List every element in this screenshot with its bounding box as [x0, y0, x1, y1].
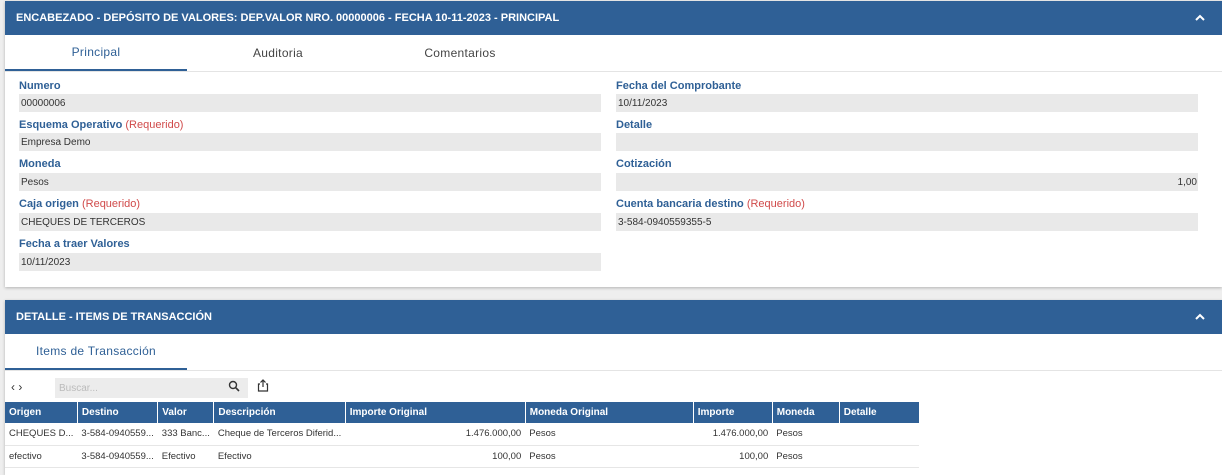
cuenta-label: Cuenta bancaria destino (Requerido): [616, 198, 805, 210]
tab-principal[interactable]: Principal: [5, 35, 187, 71]
moneda-field[interactable]: Pesos: [19, 173, 601, 191]
nav-arrows[interactable]: ‹ ›: [11, 380, 22, 394]
items-table: Origen Destino Valor Descripción Importe…: [5, 402, 920, 468]
cell-destino: 3-584-0940559...: [77, 423, 158, 446]
tab-auditoria[interactable]: Auditoria: [187, 35, 369, 71]
col-detalle[interactable]: Detalle: [839, 402, 920, 423]
numero-label: Numero: [19, 80, 61, 92]
cell-valor: 333 Banc...: [157, 423, 214, 446]
cell-origen: efectivo: [5, 445, 78, 468]
search-input[interactable]: [55, 378, 248, 398]
cell-descripcion: Cheque de Terceros Diferid...: [213, 423, 346, 446]
detalle-label: Detalle: [616, 119, 653, 131]
cell-importe: 100,00: [693, 445, 773, 468]
esquema-label: Esquema Operativo (Requerido): [19, 119, 184, 131]
cell-descripcion: Efectivo: [213, 445, 346, 468]
detail-panel-bar: DETALLE - ITEMS DE TRANSACCIÓN: [5, 300, 1222, 334]
cell-detalle: [839, 445, 920, 468]
cell-destino: 3-584-0940559...: [77, 445, 158, 468]
tab-comentarios[interactable]: Comentarios: [369, 35, 551, 71]
fecha-comprobante-label: Fecha del Comprobante: [616, 80, 742, 92]
cell-importe-original: 1.476.000,00: [345, 423, 526, 446]
table-row[interactable]: efectivo 3-584-0940559... Efectivo Efect…: [5, 445, 920, 468]
caja-label: Caja origen (Requerido): [19, 198, 141, 210]
header-panel-title: ENCABEZADO - DEPÓSITO DE VALORES: DEP.VA…: [16, 12, 560, 24]
tab-items-transaccion[interactable]: Items de Transacción: [5, 334, 187, 370]
col-valor[interactable]: Valor: [157, 402, 215, 423]
col-moneda-original[interactable]: Moneda Original: [525, 402, 694, 423]
detail-panel: DETALLE - ITEMS DE TRANSACCIÓN Items de …: [5, 300, 1222, 475]
cell-detalle: [839, 423, 920, 446]
table-row[interactable]: CHEQUES D... 3-584-0940559... 333 Banc..…: [5, 423, 920, 446]
caja-field[interactable]: CHEQUES DE TERCEROS: [19, 213, 601, 231]
cotizacion-label: Cotización: [616, 158, 672, 170]
fecha-traer-field[interactable]: 10/11/2023: [19, 253, 601, 271]
cell-valor: Efectivo: [157, 445, 214, 468]
moneda-label: Moneda: [19, 158, 61, 170]
detail-panel-title: DETALLE - ITEMS DE TRANSACCIÓN: [16, 311, 212, 323]
cell-origen: CHEQUES D...: [5, 423, 78, 446]
fecha-traer-label: Fecha a traer Valores: [19, 238, 130, 250]
table-header-row: Origen Destino Valor Descripción Importe…: [5, 402, 920, 423]
numero-field[interactable]: 00000006: [19, 94, 601, 112]
chevron-up-icon[interactable]: [1188, 6, 1212, 30]
col-importe[interactable]: Importe: [693, 402, 773, 423]
col-origen[interactable]: Origen: [5, 402, 78, 423]
esquema-field[interactable]: Empresa Demo: [19, 133, 601, 151]
grid-toolbar: ‹ ›: [5, 376, 1222, 400]
header-tabs: Principal Auditoria Comentarios: [5, 35, 1222, 72]
fecha-comprobante-field[interactable]: 10/11/2023: [616, 94, 1198, 112]
cotizacion-field[interactable]: 1,00: [616, 173, 1198, 191]
col-importe-original[interactable]: Importe Original: [345, 402, 526, 423]
cell-moneda: Pesos: [772, 423, 840, 446]
header-panel-bar: ENCABEZADO - DEPÓSITO DE VALORES: DEP.VA…: [5, 1, 1222, 35]
detail-tabs: Items de Transacción: [5, 334, 1222, 371]
cell-moneda-original: Pesos: [525, 423, 694, 446]
chevron-up-icon[interactable]: [1188, 305, 1212, 329]
cell-importe: 1.476.000,00: [693, 423, 773, 446]
col-moneda[interactable]: Moneda: [772, 402, 840, 423]
detalle-field[interactable]: [616, 133, 1198, 151]
cell-importe-original: 100,00: [345, 445, 526, 468]
cell-moneda: Pesos: [772, 445, 840, 468]
cell-moneda-original: Pesos: [525, 445, 694, 468]
header-panel: ENCABEZADO - DEPÓSITO DE VALORES: DEP.VA…: [5, 1, 1222, 287]
search-icon[interactable]: [228, 380, 240, 395]
cuenta-field[interactable]: 3-584-0940559355-5: [616, 213, 1198, 231]
export-icon[interactable]: [257, 379, 269, 395]
col-destino[interactable]: Destino: [77, 402, 159, 423]
col-descripcion[interactable]: Descripción: [213, 402, 346, 423]
